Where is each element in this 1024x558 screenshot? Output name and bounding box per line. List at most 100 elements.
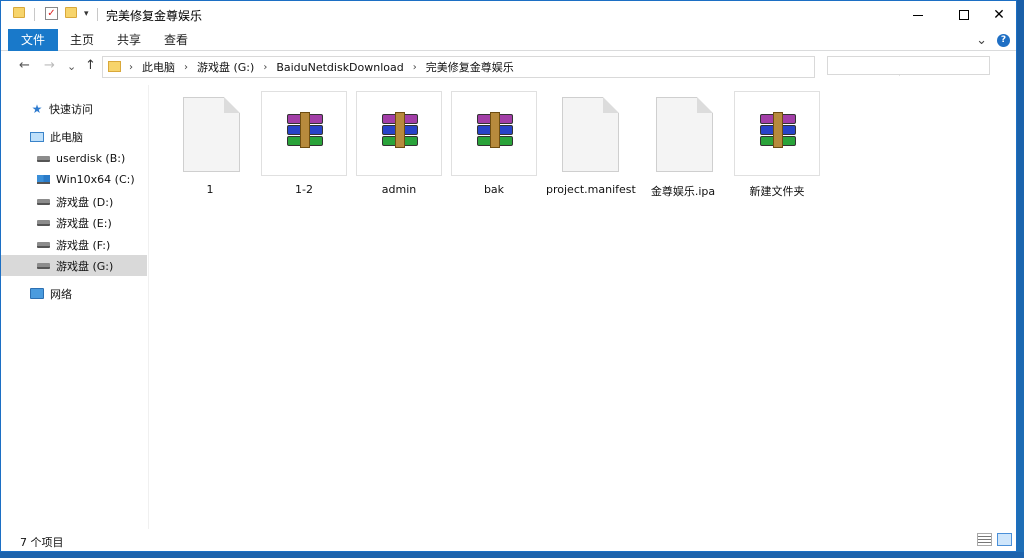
minimize-button[interactable] [895, 1, 941, 29]
sidebar-item-network[interactable]: 网络 [1, 283, 147, 304]
sidebar-item-label: 快速访问 [49, 102, 93, 116]
search-input[interactable] [827, 56, 990, 75]
back-icon[interactable]: ← [19, 58, 30, 73]
tab-home[interactable]: 主页 [67, 29, 97, 51]
breadcrumb-separator-icon[interactable]: › [263, 62, 267, 73]
new-folder-icon[interactable] [65, 7, 77, 18]
file-item[interactable]: 1 [167, 91, 253, 196]
sidebar-item-label: userdisk (B:) [56, 152, 126, 165]
ribbon-controls: ⌄ ? [976, 33, 1010, 48]
file-item[interactable]: 1-2 [261, 91, 347, 196]
file-thumbnail [261, 91, 347, 176]
file-thumbnail [734, 91, 820, 176]
breadcrumb-baidunetdiskdownload[interactable]: BaiduNetdiskDownload [276, 61, 403, 74]
item-count: 7 个项目 [20, 536, 64, 549]
sidebar-item-label: 游戏盘 (D:) [56, 195, 114, 209]
page-fold [603, 97, 619, 113]
file-thumbnail [167, 91, 253, 176]
status-bar: 7 个项目 [1, 529, 1016, 551]
divider [34, 8, 35, 21]
folder-icon [108, 61, 121, 72]
ribbon-tabs: 文件 主页 共享 查看 ⌄ ? [1, 29, 1016, 51]
file-thumbnail [546, 91, 632, 176]
sidebar-item-label: 此电脑 [50, 130, 83, 144]
file-thumbnail [356, 91, 442, 176]
winrar-archive-icon [287, 112, 323, 148]
close-button[interactable]: ✕ [976, 1, 1016, 29]
navigation-bar: ← → ⌄ ↑ › 此电脑 › 游戏盘 (G:) › BaiduNetdiskD… [1, 52, 1016, 82]
desktop-background [0, 552, 1024, 558]
divider [97, 8, 98, 21]
archive-strap [395, 112, 405, 148]
file-name: project.manifest [546, 183, 636, 196]
desktop-background [1017, 0, 1024, 558]
file-name: 金尊娱乐.ipa [650, 185, 716, 198]
drive-icon [37, 219, 50, 226]
breadcrumb-separator-icon[interactable]: › [413, 62, 417, 73]
sidebar-item-quick-access[interactable]: ★ 快速访问 [1, 98, 147, 119]
file-item[interactable]: 新建文件夹 [734, 91, 820, 199]
page-fold [697, 97, 713, 113]
sidebar-item-drive-e[interactable]: 游戏盘 (E:) [1, 212, 147, 233]
address-bar[interactable]: › 此电脑 › 游戏盘 (G:) › BaiduNetdiskDownload … [102, 56, 914, 78]
winrar-archive-icon [382, 112, 418, 148]
drive-icon [37, 198, 50, 205]
properties-icon[interactable]: ✓ [45, 7, 58, 20]
expand-ribbon-icon[interactable]: ⌄ [976, 33, 987, 48]
sidebar-item-drive-d[interactable]: 游戏盘 (D:) [1, 191, 147, 212]
close-icon: ✕ [993, 7, 1005, 23]
file-item[interactable]: admin [356, 91, 442, 196]
archive-strap [490, 112, 500, 148]
tab-file[interactable]: 文件 [8, 29, 58, 51]
tab-share[interactable]: 共享 [114, 29, 144, 51]
sidebar-item-drive-b[interactable]: userdisk (B:) [1, 148, 147, 169]
customize-toolbar-dropdown-icon[interactable]: ▾ [84, 9, 89, 19]
sidebar-item-drive-g[interactable]: 游戏盘 (G:) [1, 255, 147, 276]
document-icon [656, 97, 713, 172]
archive-strap [300, 112, 310, 148]
breadcrumb: › 此电脑 › 游戏盘 (G:) › BaiduNetdiskDownload … [127, 57, 514, 77]
sidebar-item-this-pc[interactable]: 此电脑 [1, 126, 147, 147]
page-fold [224, 97, 240, 113]
file-name: 1 [206, 183, 214, 196]
up-icon[interactable]: ↑ [85, 58, 96, 73]
breadcrumb-separator-icon[interactable]: › [129, 62, 133, 73]
network-icon [30, 288, 44, 299]
breadcrumb-drive-g[interactable]: 游戏盘 (G:) [197, 59, 254, 75]
computer-icon [30, 131, 44, 142]
folder-icon[interactable] [13, 7, 25, 18]
drive-icon [37, 241, 50, 248]
winrar-archive-icon [477, 112, 513, 148]
sidebar-item-drive-f[interactable]: 游戏盘 (F:) [1, 234, 147, 255]
details-view-icon[interactable] [977, 533, 992, 546]
file-item[interactable]: 金尊娱乐.ipa [640, 91, 726, 199]
sidebar-item-drive-c[interactable]: Win10x64 (C:) [1, 169, 147, 190]
large-icons-view-icon[interactable] [997, 533, 1012, 546]
breadcrumb-this-pc[interactable]: 此电脑 [142, 59, 175, 75]
file-name: admin [381, 183, 417, 196]
help-icon[interactable]: ? [997, 34, 1010, 47]
drive-icon [37, 262, 50, 269]
sidebar-item-label: Win10x64 (C:) [56, 173, 135, 186]
document-icon [562, 97, 619, 172]
file-name: bak [483, 183, 505, 196]
file-item[interactable]: project.manifest [546, 91, 636, 196]
drive-icon [37, 155, 50, 162]
recent-locations-icon[interactable]: ⌄ [67, 60, 76, 73]
file-item[interactable]: bak [451, 91, 537, 196]
file-thumbnail [451, 91, 537, 176]
breadcrumb-current-folder[interactable]: 完美修复金尊娱乐 [426, 59, 514, 75]
explorer-window: ✓ ▾ 完美修复金尊娱乐 ✕ 文件 主页 共享 查看 ⌄ ? ← → ⌄ ↑ ›… [0, 0, 1017, 552]
tab-view[interactable]: 查看 [161, 29, 191, 51]
file-thumbnail [640, 91, 726, 176]
file-list: 1 1-2 admin bak project.manifest 金尊娱乐.ip… [150, 85, 1016, 529]
maximize-icon [959, 10, 969, 20]
winrar-archive-icon [760, 112, 796, 148]
archive-strap [773, 112, 783, 148]
windows-drive-icon [37, 175, 50, 184]
window-title: 完美修复金尊娱乐 [106, 9, 203, 23]
sidebar-item-label: 网络 [50, 287, 72, 301]
document-icon [183, 97, 240, 172]
forward-icon[interactable]: → [44, 58, 55, 73]
breadcrumb-separator-icon[interactable]: › [184, 62, 188, 73]
